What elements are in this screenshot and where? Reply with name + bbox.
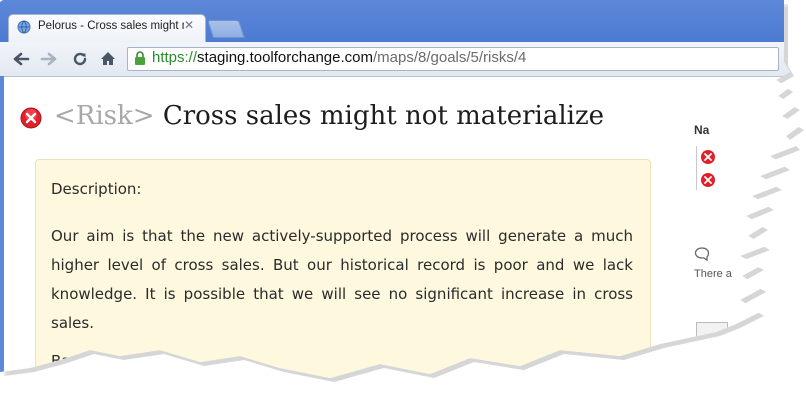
back-button[interactable] [10,48,32,70]
back-arrow-icon [13,52,30,66]
title-text: Cross sales might not materialize [162,101,605,131]
new-tab-button[interactable] [207,20,245,38]
title-kind: <Risk> [54,101,155,131]
comment-icon [694,247,710,262]
close-icon[interactable]: ✕ [184,18,194,32]
sidebar-divider [696,146,697,190]
globe-favicon-icon [17,20,31,34]
forward-button[interactable] [38,48,60,70]
reload-icon [73,52,87,66]
comment-text: There a [694,268,732,280]
risk-x-icon[interactable] [700,149,716,165]
url-path: /maps/8/goals/5/risks/4 [372,49,527,66]
risk-x-icon[interactable] [700,172,716,188]
tab-title: Pelorus - Cross sales might nc [38,20,184,32]
risk-x-icon [20,107,42,129]
url-text[interactable]: https://staging.toolforchange.com/maps/8… [152,49,526,66]
home-button[interactable] [97,48,119,70]
home-icon [101,52,115,65]
page-title: <Risk> Cross sales might not materialize [54,101,604,131]
forward-arrow-icon [40,52,57,66]
description-text: Our aim is that the new actively-support… [51,227,633,332]
url-scheme: https:// [152,49,198,66]
description-label: Description: [51,180,142,198]
url-host: staging.toolforchange.com [197,49,373,66]
reload-button[interactable] [69,48,91,70]
lock-icon [135,51,145,65]
sidebar-heading: Na [694,123,710,137]
